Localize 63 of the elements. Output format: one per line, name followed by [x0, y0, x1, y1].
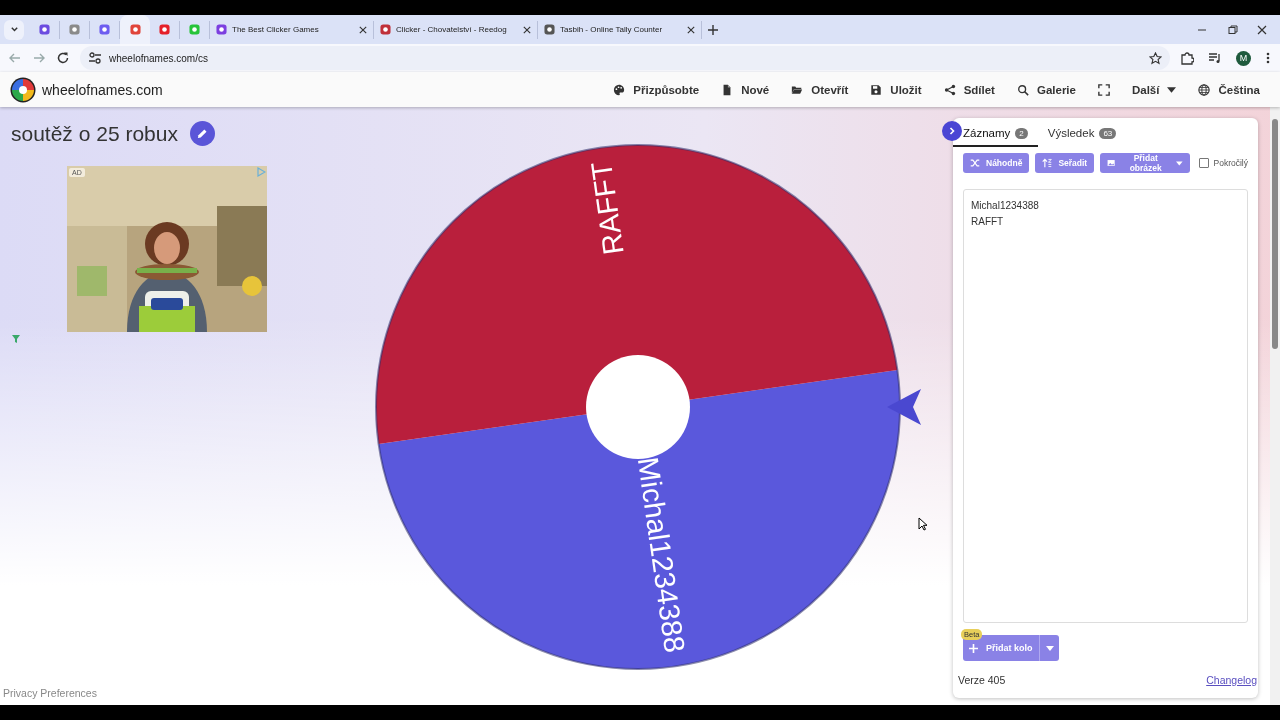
close-icon[interactable]	[359, 25, 367, 34]
pointer-icon	[887, 389, 921, 425]
privacy-preferences-link[interactable]: Privacy Preferences	[3, 687, 353, 699]
caret-down-icon	[1167, 86, 1177, 93]
more-menu-icon[interactable]	[1265, 51, 1271, 65]
nav-button[interactable]: Nové	[721, 83, 770, 96]
search-icon	[1016, 83, 1029, 96]
share-icon	[943, 83, 956, 96]
profile-avatar[interactable]: M	[1236, 50, 1251, 66]
sort-icon	[1042, 158, 1053, 168]
count-badge: 2	[1015, 127, 1028, 139]
puzzle-icon[interactable]	[1180, 51, 1194, 65]
media-icon[interactable]	[1208, 51, 1222, 65]
panel-tab[interactable]: Výsledek 63	[1037, 127, 1127, 147]
segment-label: RAFFT	[584, 159, 630, 257]
browser-tab[interactable]: Clicker - Chovatelství - Reedog	[374, 20, 538, 39]
funnel-icon	[12, 335, 20, 343]
nav-button[interactable]: Čeština	[1198, 83, 1260, 96]
site-logo-text[interactable]: wheelofnames.com	[42, 81, 163, 98]
dropdown-button[interactable]	[1039, 635, 1059, 661]
site-settings-icon[interactable]	[88, 51, 102, 65]
count-badge: 63	[1099, 127, 1117, 139]
wheel-drawing[interactable]	[375, 144, 901, 670]
close-icon[interactable]	[523, 25, 531, 34]
nav-button[interactable]: Otevřít	[791, 83, 849, 96]
mouse-cursor-icon	[918, 517, 928, 531]
plus-icon	[969, 643, 978, 653]
nav-button[interactable]: Uložit	[870, 83, 922, 96]
fullscreen-icon	[1097, 83, 1110, 96]
version-text: Verze 405	[958, 674, 1006, 686]
edit-button[interactable]	[189, 121, 215, 146]
close-icon[interactable]	[687, 25, 695, 34]
nav-button[interactable]: Sdílet	[943, 83, 995, 96]
nav-button[interactable]: Galerie	[1016, 83, 1076, 96]
panel-tab[interactable]: Záznamy 2	[953, 127, 1038, 147]
tab-list-button[interactable]	[4, 19, 24, 40]
chevron-down-icon	[9, 25, 19, 34]
chevron-right-icon	[948, 127, 956, 135]
palette-icon	[613, 83, 626, 96]
segment-label: Michal1234388	[631, 455, 692, 655]
advanced-checkbox[interactable]: Pokročilý	[1198, 158, 1248, 168]
globe-icon	[1198, 83, 1211, 96]
shuffle-icon	[970, 158, 980, 168]
nav-button[interactable]: Další	[1131, 83, 1177, 96]
nav-button[interactable]: Přizpůsobte	[613, 83, 700, 96]
browser-tab[interactable]: The Best Clicker Games	[210, 20, 374, 39]
pencil-icon	[196, 128, 208, 139]
scrollbar[interactable]	[1270, 107, 1280, 705]
plus-icon	[708, 24, 718, 35]
changelog-link[interactable]: Changelog	[1206, 674, 1257, 686]
address-bar[interactable]: wheelofnames.com/cs	[80, 46, 1170, 70]
fullscreen-button[interactable]	[1097, 83, 1110, 96]
reload-icon[interactable]	[56, 51, 70, 65]
image-icon	[1107, 158, 1116, 168]
entries-field[interactable]: Michal1234388 RAFFT	[963, 189, 1248, 623]
wheel-title: soutěž o 25 robux	[11, 121, 178, 146]
collapse-button[interactable]	[942, 121, 962, 141]
caret-down-icon	[1045, 645, 1054, 651]
browser-tab[interactable]: Tasbih - Online Tally Counter	[538, 20, 702, 39]
star-icon[interactable]	[1149, 51, 1162, 65]
caret-down-icon	[1175, 160, 1183, 166]
wheel-logo-icon[interactable]	[10, 76, 36, 103]
browser-tab[interactable]	[120, 15, 150, 44]
